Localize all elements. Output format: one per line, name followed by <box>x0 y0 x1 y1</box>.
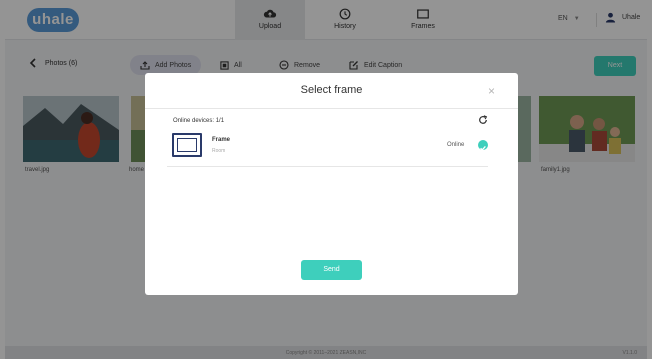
checkmark-icon <box>480 145 486 151</box>
select-frame-dialog: Select frame × Online devices: 1/1 Frame… <box>145 73 518 295</box>
send-button[interactable]: Send <box>301 260 362 280</box>
dialog-title: Select frame <box>300 84 363 96</box>
close-icon[interactable]: × <box>488 85 495 97</box>
online-devices-label: Online devices: 1/1 <box>173 118 225 124</box>
device-name: Frame <box>212 137 231 143</box>
device-room: Room <box>212 148 226 154</box>
dialog-divider <box>145 108 518 109</box>
photo-frame-icon <box>172 133 202 157</box>
device-status: Online <box>447 142 465 148</box>
check-circle-icon[interactable] <box>478 140 488 151</box>
device-row-divider <box>167 166 488 167</box>
refresh-icon[interactable] <box>478 115 488 125</box>
